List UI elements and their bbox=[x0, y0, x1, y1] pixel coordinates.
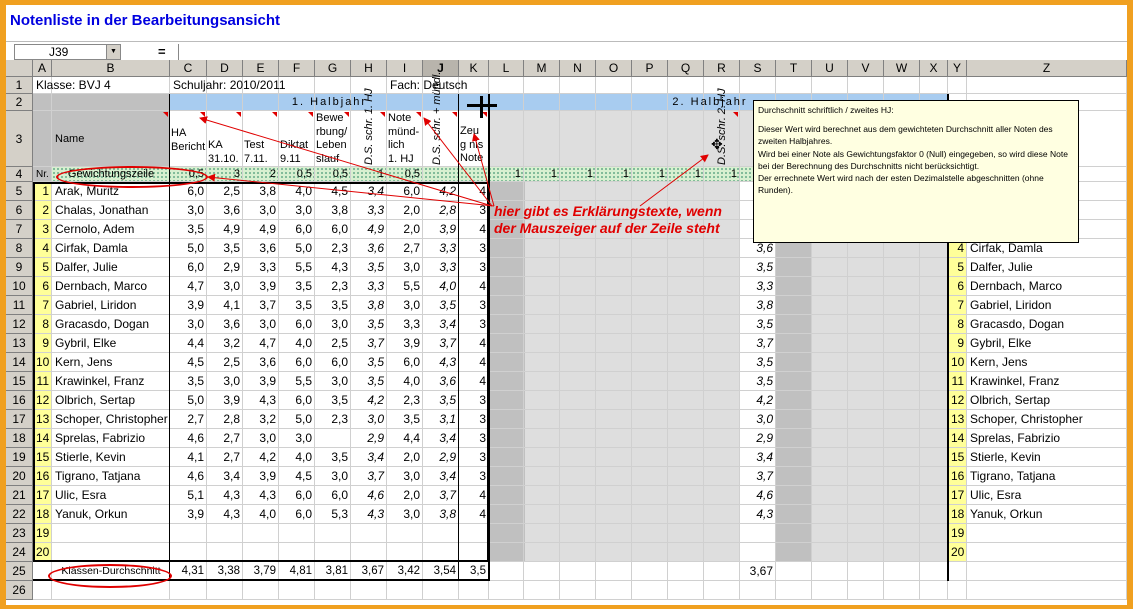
window-frame bbox=[0, 0, 1133, 609]
